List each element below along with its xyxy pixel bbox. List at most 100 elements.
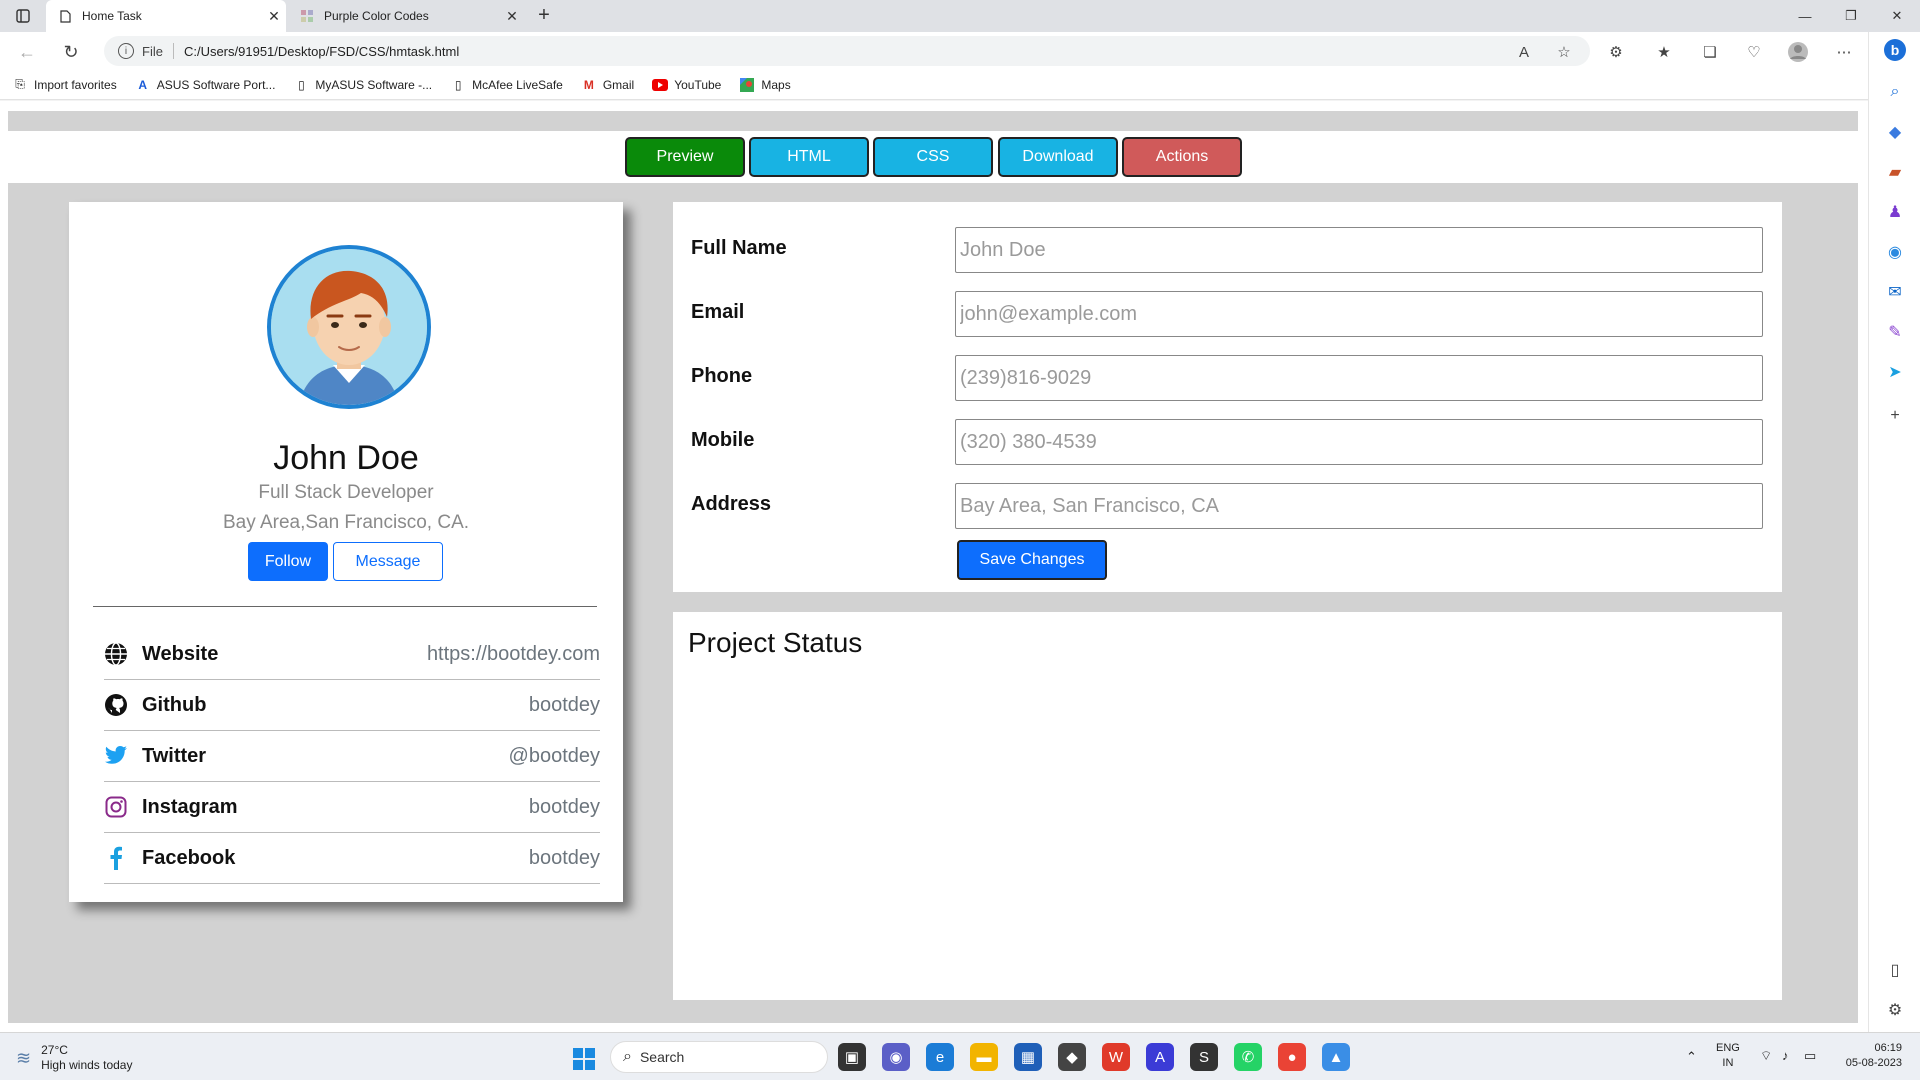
minimize-icon[interactable]: — <box>1782 0 1828 32</box>
task-view-icon[interactable]: ▣ <box>838 1043 866 1071</box>
info-icon[interactable]: i <box>118 43 134 59</box>
sidebar-settings-icon[interactable]: ⚙ <box>1883 998 1907 1022</box>
microsoft-store-icon[interactable]: ▦ <box>1014 1043 1042 1071</box>
preview-button[interactable]: Preview <box>625 137 745 177</box>
field-label: Email <box>691 301 745 323</box>
photos-icon[interactable]: ▲ <box>1322 1043 1350 1071</box>
social-value[interactable]: @bootdey <box>509 745 600 768</box>
favorite-asus-portal[interactable]: A ASUS Software Port... <box>135 77 275 93</box>
message-button[interactable]: Message <box>333 542 443 581</box>
favorite-star-icon[interactable]: ☆ <box>1552 40 1576 64</box>
extensions-icon[interactable]: ⚙ <box>1604 40 1628 64</box>
chrome-icon[interactable]: ● <box>1278 1043 1306 1071</box>
drop-icon[interactable]: ➤ <box>1883 360 1907 384</box>
divider <box>172 43 174 59</box>
shopping-tag-icon[interactable]: ◆ <box>1883 120 1907 144</box>
favorite-mcafee[interactable]: ▯ McAfee LiveSafe <box>450 77 563 93</box>
favorites-icon[interactable]: ★ <box>1652 40 1676 64</box>
html-button[interactable]: HTML <box>749 137 869 177</box>
sublime-text-icon[interactable]: S <box>1190 1043 1218 1071</box>
restore-icon[interactable]: ❐ <box>1828 0 1874 32</box>
clock-time: 06:19 <box>1874 1042 1902 1054</box>
header-strip <box>8 111 1858 131</box>
close-tab-icon[interactable]: ✕ <box>500 8 524 25</box>
language-line-1: ENG <box>1716 1042 1740 1054</box>
favorite-myasus[interactable]: ▯ MyASUS Software -... <box>293 77 432 93</box>
social-value[interactable]: https://bootdey.com <box>427 643 600 666</box>
social-value[interactable]: bootdey <box>529 796 600 819</box>
teams-icon[interactable]: ◉ <box>882 1043 910 1071</box>
css-button[interactable]: CSS <box>873 137 993 177</box>
import-icon: ⎘ <box>15 77 25 91</box>
tab-bar: Home Task ✕ Purple Color Codes ✕ + — ❐ ✕ <box>0 0 1920 32</box>
download-button[interactable]: Download <box>998 137 1118 177</box>
refresh-icon[interactable]: ↻ <box>58 39 84 65</box>
email-input[interactable] <box>955 291 1763 337</box>
profile-avatar-icon[interactable] <box>1786 40 1810 64</box>
back-icon[interactable]: ← <box>14 39 40 65</box>
tab-actions-icon[interactable] <box>10 6 36 26</box>
wps-office-icon[interactable]: W <box>1102 1043 1130 1071</box>
url-text[interactable]: C:/Users/91951/Desktop/FSD/CSS/hmtask.ht… <box>184 44 459 59</box>
designer-icon[interactable]: ✎ <box>1883 320 1907 344</box>
actions-button[interactable]: Actions <box>1122 137 1242 177</box>
follow-button[interactable]: Follow <box>248 542 328 581</box>
edge-icon[interactable]: e <box>926 1043 954 1071</box>
favorite-gmail[interactable]: M Gmail <box>581 77 634 93</box>
more-menu-icon[interactable]: ⋯ <box>1832 40 1856 64</box>
battery-icon[interactable]: ▭ <box>1804 1048 1816 1063</box>
bing-copilot-icon[interactable]: b <box>1883 38 1907 62</box>
tab-home-task[interactable]: Home Task ✕ <box>46 0 286 32</box>
browser-essentials-icon[interactable]: ♡ <box>1742 40 1766 64</box>
games-icon[interactable]: ♟ <box>1883 200 1907 224</box>
form-row-mobile: Mobile <box>691 419 1763 465</box>
instagram-icon <box>104 795 128 819</box>
profile-title: Full Stack Developer <box>258 482 434 503</box>
add-sidebar-app-icon[interactable]: + <box>1883 404 1907 428</box>
search-icon[interactable]: ⌕ <box>1883 80 1907 104</box>
weather-desc: High winds today <box>41 1058 133 1072</box>
close-tab-icon[interactable]: ✕ <box>262 8 286 25</box>
read-aloud-icon[interactable]: A <box>1512 40 1536 64</box>
weather-widget[interactable]: ≋ 27°C High winds today <box>16 1043 132 1073</box>
app-cube-icon[interactable]: ◆ <box>1058 1043 1086 1071</box>
profile-name: John Doe <box>273 439 419 477</box>
social-value[interactable]: bootdey <box>529 694 600 717</box>
full-name-input[interactable] <box>955 227 1763 273</box>
avatar <box>267 245 431 409</box>
volume-icon[interactable]: ♪ <box>1782 1048 1789 1063</box>
microsoft365-icon[interactable]: ◉ <box>1883 240 1907 264</box>
form-row-phone: Phone <box>691 355 1763 401</box>
svg-text:b: b <box>1891 42 1900 58</box>
save-changes-button[interactable]: Save Changes <box>957 540 1107 580</box>
social-value[interactable]: bootdey <box>529 847 600 870</box>
wifi-icon[interactable]: ⌔ <box>1760 1048 1772 1063</box>
file-explorer-icon[interactable]: ▬ <box>970 1043 998 1071</box>
tray-chevron-icon[interactable]: ⌃ <box>1686 1049 1697 1064</box>
address-input[interactable] <box>955 483 1763 529</box>
outlook-icon[interactable]: ✉ <box>1883 280 1907 304</box>
taskbar-search[interactable]: ⌕ Search <box>610 1041 828 1073</box>
hide-sidebar-icon[interactable]: ▯ <box>1883 958 1907 982</box>
profile-card: John Doe Full Stack Developer Bay Area,S… <box>69 202 623 902</box>
windows-start-icon[interactable] <box>570 1045 598 1073</box>
language-indicator[interactable]: ENG IN <box>1716 1041 1740 1071</box>
clock[interactable]: 06:19 05-08-2023 <box>1838 1041 1902 1071</box>
twitter-icon <box>104 744 128 768</box>
social-row-facebook: Facebook bootdey <box>104 833 600 884</box>
close-window-icon[interactable]: ✕ <box>1874 0 1920 32</box>
tools-icon[interactable]: ▰ <box>1883 160 1907 184</box>
new-tab-icon[interactable]: + <box>532 4 556 28</box>
favorite-import[interactable]: ⎘ Import favorites <box>12 77 117 93</box>
ai-app-icon[interactable]: A <box>1146 1043 1174 1071</box>
favorite-maps[interactable]: Maps <box>739 77 791 93</box>
mobile-input[interactable] <box>955 419 1763 465</box>
phone-input[interactable] <box>955 355 1763 401</box>
taskbar: ≋ 27°C High winds today ⌕ Search ▣ ◉ e ▬… <box>0 1032 1920 1080</box>
whatsapp-icon[interactable]: ✆ <box>1234 1043 1262 1071</box>
favorite-youtube[interactable]: YouTube <box>652 77 721 93</box>
collections-icon[interactable]: ❏ <box>1698 40 1722 64</box>
omnibox[interactable]: i File C:/Users/91951/Desktop/FSD/CSS/hm… <box>104 36 1590 66</box>
tab-purple-color-codes[interactable]: Purple Color Codes ✕ <box>288 0 524 32</box>
globe-icon <box>104 642 128 666</box>
